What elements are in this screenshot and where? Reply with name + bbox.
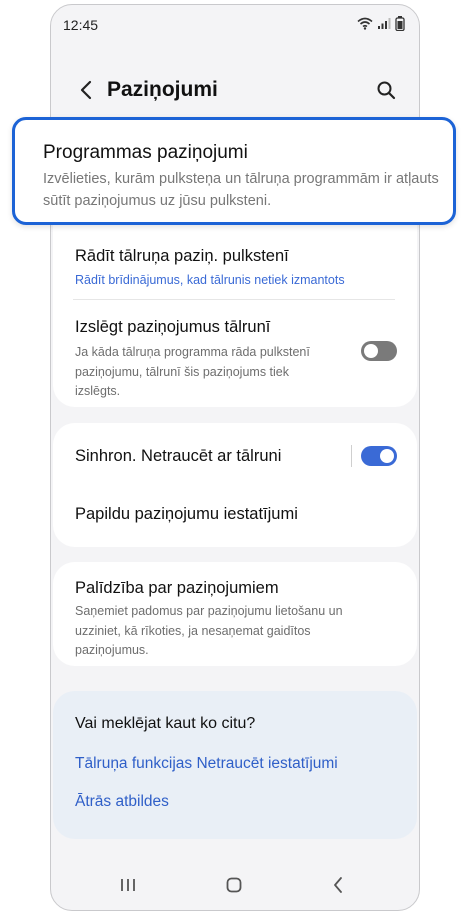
app-header: Paziņojumi xyxy=(51,65,419,115)
suggestions-heading: Vai meklējat kaut ko citu? xyxy=(75,715,256,732)
help-subtitle: Saņemiet padomus par paziņojumu lietošan… xyxy=(75,604,343,657)
search-icon xyxy=(377,81,396,100)
nav-back-button[interactable] xyxy=(323,872,353,898)
home-icon xyxy=(226,877,242,893)
toggle-knob xyxy=(364,344,378,358)
recents-button[interactable] xyxy=(113,872,143,898)
status-time: 12:45 xyxy=(63,17,99,33)
dnd-settings-card: Sinhron. Netraucēt ar tālruni Papildu pa… xyxy=(53,423,417,547)
wifi-icon xyxy=(357,17,373,35)
page-title: Paziņojumi xyxy=(107,78,218,101)
signal-icon xyxy=(377,17,391,35)
sync-dnd-row[interactable]: Sinhron. Netraucēt ar tālruni xyxy=(53,423,417,487)
suggestions-card: Vai meklējat kaut ko citu? Tālruņa funkc… xyxy=(53,691,417,839)
toggle-knob xyxy=(380,449,394,463)
status-icons xyxy=(357,16,405,36)
show-phone-notifications-row[interactable]: Rādīt tālruņa paziņ. pulkstenī Rādīt brī… xyxy=(53,235,417,299)
mute-on-phone-toggle[interactable] xyxy=(361,341,397,361)
recents-icon xyxy=(121,879,135,891)
battery-icon xyxy=(395,16,405,36)
sync-dnd-toggle[interactable] xyxy=(361,446,397,466)
row-title: Izslēgt paziņojumus tālrunī xyxy=(75,318,271,336)
back-chevron-icon xyxy=(80,80,92,100)
row-title: Papildu paziņojumu iestatījumi xyxy=(75,505,298,523)
vertical-separator xyxy=(351,445,352,467)
advanced-notification-settings-row[interactable]: Papildu paziņojumu iestatījumi xyxy=(53,487,417,547)
divider xyxy=(73,299,395,300)
row-title: Sinhron. Netraucēt ar tālruni xyxy=(75,447,282,465)
row-subtitle: Rādīt brīdinājumus, kad tālrunis netiek … xyxy=(75,273,345,287)
callout-subtitle: Izvēlieties, kurām pulksteņa un tālruņa … xyxy=(43,171,439,209)
link-phone-dnd-settings[interactable]: Tālruņa funkcijas Netraucēt iestatījumi xyxy=(75,755,338,773)
navigation-bar xyxy=(51,862,419,910)
callout-title: Programmas paziņojumi xyxy=(43,142,248,163)
help-title: Palīdzība par paziņojumiem xyxy=(75,579,279,597)
help-card[interactable]: Palīdzība par paziņojumiem Saņemiet pado… xyxy=(53,562,417,666)
home-button[interactable] xyxy=(219,872,249,898)
search-button[interactable] xyxy=(371,75,401,105)
status-bar: 12:45 xyxy=(51,5,419,43)
mute-on-phone-row[interactable]: Izslēgt paziņojumus tālrunī Ja kāda tālr… xyxy=(53,301,417,401)
back-button[interactable] xyxy=(71,75,101,105)
row-title: Rādīt tālruņa paziņ. pulkstenī xyxy=(75,247,289,265)
app-notifications-callout[interactable]: Programmas paziņojumi Izvēlieties, kurām… xyxy=(12,117,456,225)
row-subtitle: Ja kāda tālruņa programma rāda pulkstenī… xyxy=(75,345,310,398)
back-icon xyxy=(334,877,342,893)
link-quick-replies[interactable]: Ātrās atbildes xyxy=(75,793,169,811)
